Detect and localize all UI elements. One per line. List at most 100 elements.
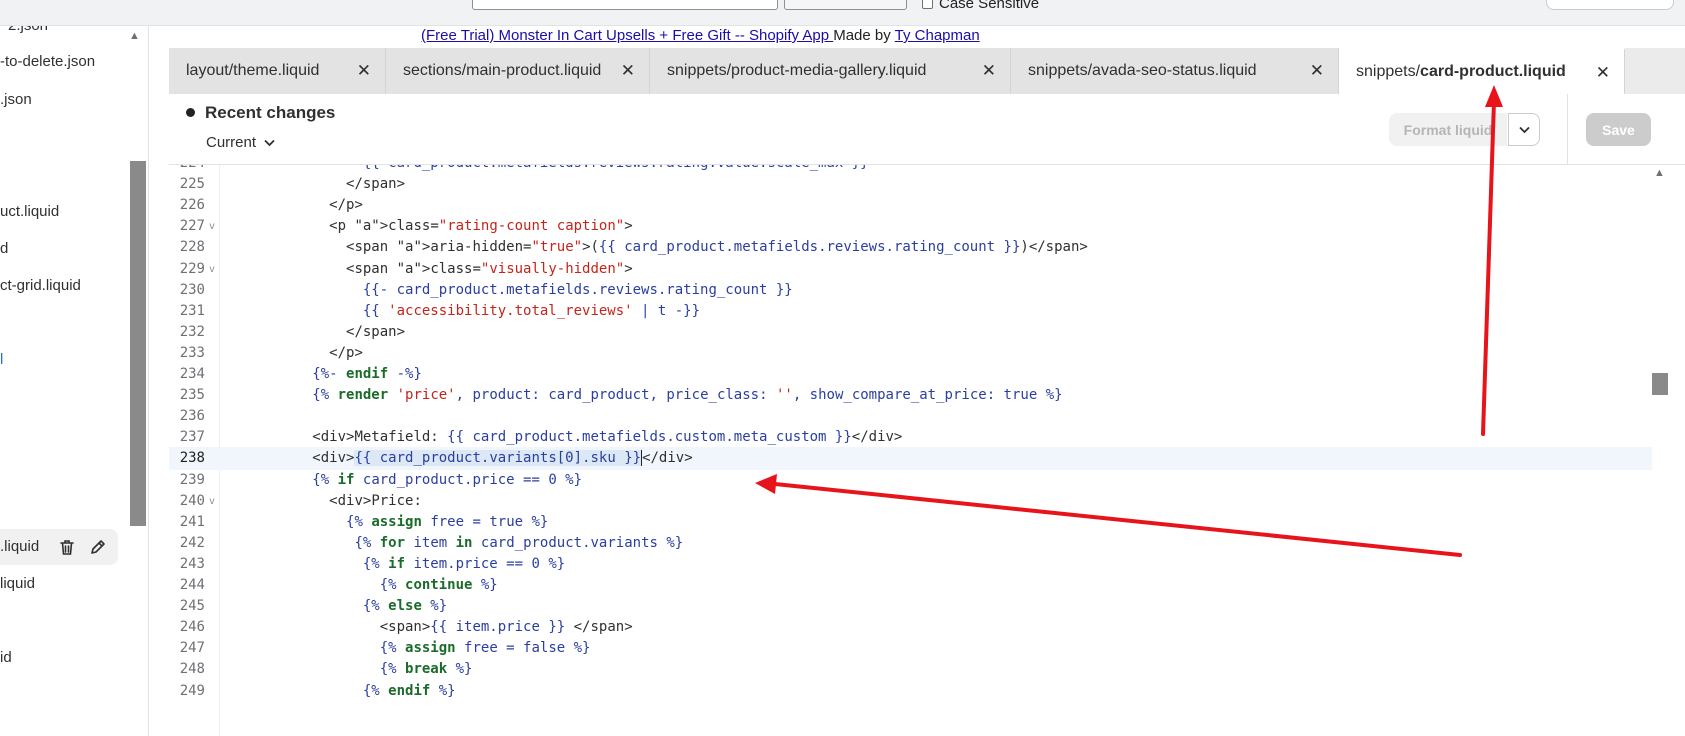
format-options-dropdown[interactable] [1508, 113, 1540, 146]
code-text: {% break %} [379, 661, 473, 678]
code-line[interactable]: 242 {% for item in card_product.variants… [169, 532, 1652, 555]
author-link[interactable]: Ty Chapman [895, 27, 980, 44]
line-number: 235 [179, 387, 205, 404]
sidebar-file-item[interactable]: ct-grid.liquid [0, 277, 81, 294]
code-line[interactable]: 232 </span> [169, 321, 1652, 344]
sidebar-file-item[interactable]: 2.json [8, 26, 48, 34]
sidebar-file-item[interactable]: .json [0, 91, 32, 108]
code-line[interactable]: 234 {%- endif -%} [169, 363, 1652, 386]
code-line[interactable]: 244 {% continue %} [169, 574, 1652, 597]
editor-scrollbar-thumb[interactable] [1652, 373, 1668, 395]
code-line[interactable]: 228 <span "a">aria-hidden="true">({{ car… [169, 236, 1652, 259]
close-icon[interactable]: ✕ [621, 61, 635, 81]
tab-layout-theme[interactable]: layout/theme.liquid ✕ [169, 48, 386, 94]
code-text: <div>Metafield: {{ card_product.metafiel… [312, 429, 903, 446]
code-text: </p> [329, 344, 363, 361]
code-line[interactable]: 226 </p> [169, 194, 1652, 217]
search-button[interactable] [784, 0, 907, 10]
code-line[interactable]: 249 {% endif %} [169, 680, 1652, 703]
tab-main-product[interactable]: sections/main-product.liquid ✕ [386, 48, 650, 94]
sidebar-file-item[interactable]: id [0, 649, 12, 666]
trash-icon[interactable] [57, 537, 77, 557]
code-line[interactable]: 230 {{- card_product.metafields.reviews.… [169, 279, 1652, 302]
code-line[interactable]: 245 {% else %} [169, 595, 1652, 618]
version-select[interactable]: Current [206, 134, 275, 151]
code-line[interactable]: 233 </p> [169, 342, 1652, 365]
unsaved-indicator-dot [186, 108, 195, 117]
case-sensitive-label: Case Sensitive [939, 0, 1040, 12]
sidebar-file-item[interactable]: liquid [0, 575, 35, 592]
line-number: 233 [179, 344, 205, 361]
code-line[interactable]: 237 <div>Metafield: {{ card_product.meta… [169, 426, 1652, 449]
sidebar-file-item[interactable]: .liquid [0, 538, 39, 555]
app-promo-link[interactable]: (Free Trial) Monster In Cart Upsells + F… [421, 27, 833, 44]
close-icon[interactable]: ✕ [1310, 61, 1324, 81]
code-line[interactable]: 247 {% assign free = false %} [169, 637, 1652, 660]
code-text: </p> [329, 197, 363, 214]
scroll-up-icon[interactable]: ▲ [1654, 167, 1665, 179]
code-text: <span "a">aria-hidden="true">({{ card_pr… [346, 239, 1088, 256]
code-line[interactable]: 225 </span> [169, 173, 1652, 196]
tab-label: layout/theme.liquid [186, 62, 320, 79]
case-sensitive-option[interactable]: Case Sensitive [922, 0, 1040, 12]
editor-header: Recent changes Current Format liquid Sav… [169, 94, 1685, 165]
line-number: 229 [179, 260, 205, 277]
code-line[interactable]: 229 v <span "a">class="visually-hidden"> [169, 258, 1652, 281]
line-number: 236 [179, 408, 205, 425]
code-line[interactable]: 236 [169, 405, 1652, 428]
code-line[interactable]: 231 {{ 'accessibility.total_reviews' | t… [169, 300, 1652, 323]
tab-card-product[interactable]: snippets/card-product.liquid ✕ [1339, 48, 1625, 94]
code-text: {% else %} [362, 598, 448, 615]
line-number: 237 [179, 429, 205, 446]
recent-changes-title: Recent changes [205, 103, 336, 122]
line-number: 227 [179, 218, 205, 235]
sidebar-file-item[interactable]: uct.liquid [0, 203, 59, 220]
header-divider [1567, 94, 1568, 165]
sidebar-scroll-up-icon[interactable]: ▲ [129, 30, 140, 42]
code-text: {% assign free = true %} [346, 513, 549, 530]
sidebar-scrollbar-thumb[interactable] [130, 161, 146, 526]
code-text: {% if card_product.price == 0 %} [312, 471, 583, 488]
code-line[interactable]: 248 {% break %} [169, 658, 1652, 681]
code-line[interactable]: 227 v <p "a">class="rating-count caption"… [169, 215, 1652, 238]
code-text: {% if item.price == 0 %} [362, 555, 566, 572]
code-line[interactable]: 238 <div>{{ card_product.variants[0].sku… [169, 447, 1652, 470]
close-icon[interactable]: ✕ [357, 61, 371, 81]
code-line[interactable]: 235 {% render 'price', product: card_pro… [169, 384, 1652, 407]
code-line[interactable]: 246 <span>{{ item.price }} </span> [169, 616, 1652, 639]
close-icon[interactable]: ✕ [982, 61, 996, 81]
code-text: {%- endif -%} [312, 366, 422, 382]
code-editor[interactable]: 224 {{ card_product.metafields.reviews.r… [169, 165, 1685, 736]
tab-label: sections/main-product.liquid [403, 62, 602, 79]
code-line[interactable]: 241 {% assign free = true %} [169, 511, 1652, 534]
line-number: 246 [179, 619, 205, 636]
line-number: 225 [179, 176, 205, 193]
app-promo-bar: (Free Trial) Monster In Cart Upsells + F… [421, 27, 980, 47]
tab-avada-seo-status[interactable]: snippets/avada-seo-status.liquid ✕ [1011, 48, 1339, 94]
sidebar-file-item[interactable]: l [0, 351, 3, 368]
pencil-icon[interactable] [87, 537, 107, 557]
editor-scrollbar[interactable]: ▲ [1652, 165, 1668, 736]
sidebar-file-item[interactable]: -to-delete.json [0, 53, 95, 70]
line-number: 238 [179, 450, 205, 467]
save-button[interactable]: Save [1586, 113, 1651, 146]
code-line[interactable]: 243 {% if item.price == 0 %} [169, 553, 1652, 576]
line-number: 234 [179, 366, 205, 382]
chevron-down-icon [264, 136, 275, 150]
line-number: 245 [179, 598, 205, 615]
format-liquid-button[interactable]: Format liquid [1389, 113, 1507, 146]
code-text: {% assign free = false %} [379, 640, 591, 657]
top-right-button[interactable] [1546, 0, 1674, 10]
search-input[interactable] [472, 0, 778, 10]
tab-product-media-gallery[interactable]: snippets/product-media-gallery.liquid ✕ [650, 48, 1011, 94]
line-number: 226 [179, 197, 205, 214]
line-number: 249 [179, 682, 205, 699]
file-tab-bar: layout/theme.liquid ✕ sections/main-prod… [169, 48, 1685, 94]
close-icon[interactable]: ✕ [1596, 63, 1610, 83]
sidebar-file-item[interactable]: d [0, 240, 8, 257]
code-line[interactable]: 240 v <div>Price: [169, 490, 1652, 513]
code-text: {{- card_product.metafields.reviews.rati… [362, 281, 793, 298]
tab-label: snippets/card-product.liquid [1356, 63, 1566, 80]
code-line[interactable]: 239 {% if card_product.price == 0 %} [169, 469, 1652, 492]
case-sensitive-checkbox[interactable] [922, 0, 933, 9]
